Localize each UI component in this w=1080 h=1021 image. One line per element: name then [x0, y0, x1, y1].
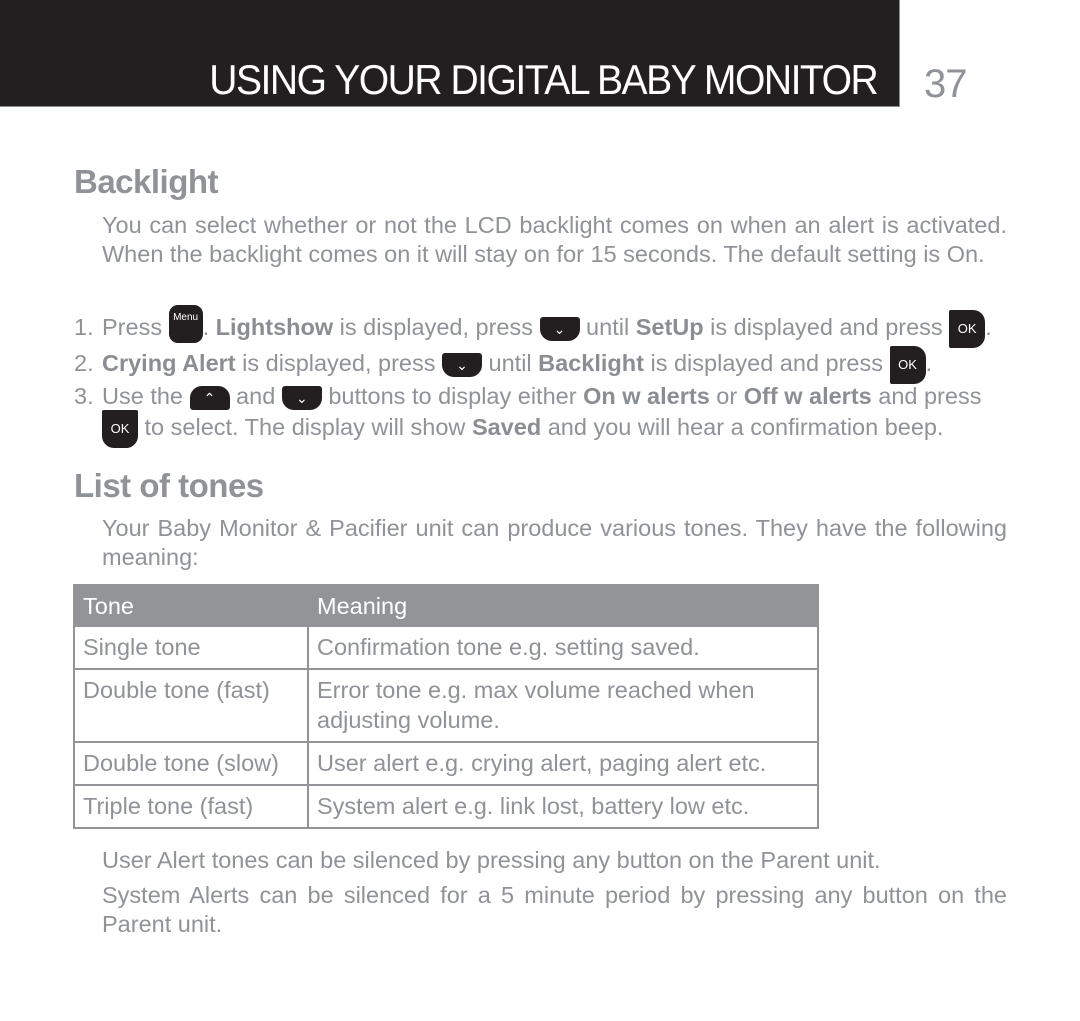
step-text: Press — [102, 314, 169, 341]
table-header-row: Tone Meaning — [73, 584, 819, 627]
page-title: USING YOUR DIGITAL BABY MONITOR — [209, 56, 878, 103]
step-text: or — [709, 383, 744, 409]
section-heading-backlight: Backlight — [74, 163, 219, 200]
ok-key-icon: OK — [949, 310, 986, 348]
down-arrow-key-icon: ⌄ — [442, 353, 482, 377]
step-text: until — [482, 350, 539, 377]
step-text: Use the — [102, 383, 190, 409]
tones-table: Tone Meaning Single tone Confirmation to… — [73, 584, 819, 829]
down-arrow-key-icon: ⌄ — [281, 385, 322, 410]
meaning-cell: Error tone e.g. max volume reached when … — [307, 668, 819, 743]
step-text: is displayed, press — [333, 314, 540, 341]
note-user-alert: User Alert tones can be silenced by pres… — [102, 847, 881, 873]
meaning-cell: System alert e.g. link lost, battery low… — [307, 784, 819, 829]
step-number: 3. — [74, 383, 94, 409]
step-text: and — [229, 383, 282, 409]
down-arrow-key-icon: ⌄ — [539, 317, 580, 341]
column-header-tone: Tone — [73, 584, 309, 627]
step-text: . — [925, 350, 933, 377]
tones-intro: Your Baby Monitor & Pacifier unit can pr… — [102, 515, 1007, 570]
step-3: 3. Use the ⌃ and ⌄ buttons to display eit… — [74, 381, 1009, 411]
step-text: . — [985, 314, 992, 341]
page-number: 37 — [924, 62, 967, 106]
step-number: 1. — [74, 314, 94, 341]
tone-cell: Double tone (slow) — [73, 741, 309, 786]
up-arrow-key-icon: ⌃ — [189, 385, 230, 410]
step-text: until — [579, 314, 636, 341]
menu-key-icon: Menu — [168, 305, 203, 343]
step-text: is displayed, press — [235, 350, 442, 377]
step-text: is displayed and press — [643, 350, 890, 377]
on-w-alerts-label: On w alerts — [583, 383, 710, 409]
column-header-meaning: Meaning — [307, 584, 819, 627]
step-text: to select. The display will show — [138, 414, 472, 441]
meaning-cell: User alert e.g. crying alert, paging ale… — [307, 741, 819, 786]
off-w-alerts-label: Off w alerts — [743, 383, 872, 409]
note-system-alert: System Alerts can be silenced for a 5 mi… — [102, 882, 1007, 937]
table-row: Triple tone (fast) System alert e.g. lin… — [73, 784, 819, 829]
backlight-intro: You can select whether or not the LCD ba… — [102, 212, 1007, 267]
tone-cell: Single tone — [73, 625, 309, 670]
meaning-cell: Confirmation tone e.g. setting saved. — [307, 625, 819, 670]
step-1: 1. Press Menu. Lightshow is displayed, pr… — [74, 305, 1009, 348]
step-3-continued: OK to select. The display will show Save… — [102, 410, 1037, 448]
step-text: . — [202, 314, 216, 341]
ok-key-icon: OK — [102, 410, 138, 448]
backlight-label: Backlight — [538, 350, 644, 377]
header-band: USING YOUR DIGITAL BABY MONITOR — [0, 0, 900, 107]
table-row: Single tone Confirmation tone e.g. setti… — [73, 625, 819, 670]
table-row: Double tone (fast) Error tone e.g. max v… — [73, 668, 819, 743]
step-text: and press — [871, 383, 982, 409]
step-text: and you will hear a confirmation beep. — [541, 414, 944, 441]
setup-label: SetUp — [635, 314, 704, 341]
step-2: 2. Crying Alert is displayed, press ⌄ unt… — [74, 346, 1009, 384]
step-number: 2. — [74, 350, 94, 377]
step-text: buttons to display either — [321, 383, 584, 409]
step-text: is displayed and press — [703, 314, 950, 341]
crying-alert-label: Crying Alert — [102, 350, 236, 377]
saved-label: Saved — [471, 414, 542, 441]
lightshow-label: Lightshow — [215, 314, 334, 341]
tone-cell: Double tone (fast) — [73, 668, 309, 743]
tone-cell: Triple tone (fast) — [73, 784, 309, 829]
table-row: Double tone (slow) User alert e.g. cryin… — [73, 741, 819, 786]
ok-key-icon: OK — [889, 346, 926, 384]
section-heading-tones: List of tones — [74, 467, 264, 504]
